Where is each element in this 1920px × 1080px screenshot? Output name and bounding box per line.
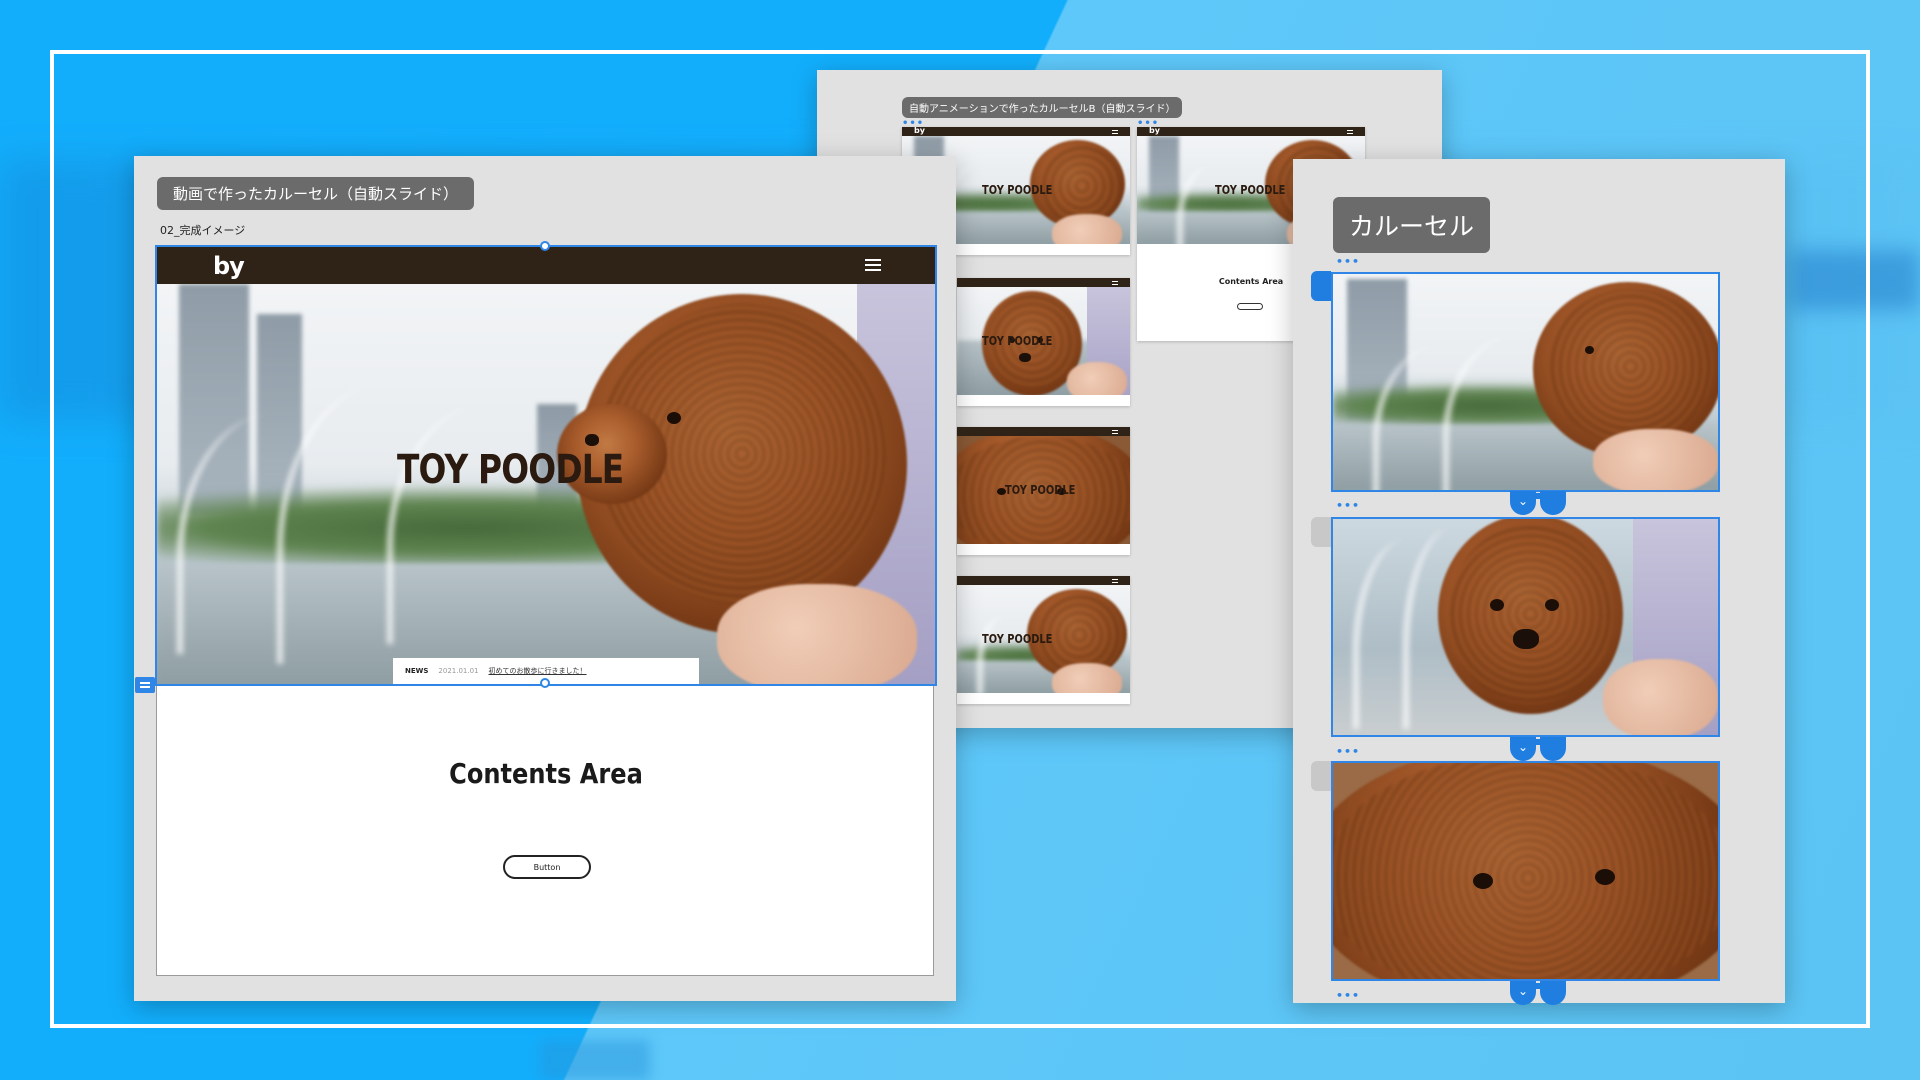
mini-logo: by <box>1149 127 1160 135</box>
background-blur-bottom <box>540 1040 650 1080</box>
mini-hero-title: TOY POODLE <box>982 632 1053 646</box>
slide-tab[interactable] <box>1540 737 1566 761</box>
resize-handle-top[interactable] <box>540 241 550 251</box>
mini-hero-title: TOY POODLE <box>982 183 1053 197</box>
slide-tab[interactable] <box>1540 491 1566 515</box>
slide-1-handle[interactable]: ⌄ <box>1510 491 1570 515</box>
resize-handle-bottom[interactable] <box>540 678 550 688</box>
hamburger-icon <box>1347 130 1353 134</box>
mini-header <box>957 576 1130 585</box>
hero-title: TOY POODLE <box>397 447 624 493</box>
site-logo[interactable]: by <box>213 252 245 280</box>
news-date: 2021.01.01 <box>438 667 479 675</box>
white-border-frame <box>50 50 1870 1028</box>
mini-hero-title: TOY POODLE <box>1005 483 1076 497</box>
site-header: by <box>157 247 935 284</box>
slide-3-handle[interactable]: ⌄ <box>1510 981 1570 1005</box>
news-label: NEWS <box>405 667 429 675</box>
layer-handle-icon[interactable] <box>135 677 155 693</box>
hamburger-icon <box>1112 281 1118 285</box>
hamburger-icon <box>1112 130 1118 134</box>
slide-tab[interactable] <box>1540 981 1566 1005</box>
mini-logo: by <box>914 127 925 135</box>
hamburger-icon <box>1112 579 1118 583</box>
slide-2-handle[interactable]: ⌄ <box>1510 737 1570 761</box>
mini-hero-title: TOY POODLE <box>982 334 1053 348</box>
hamburger-menu-icon[interactable] <box>865 259 881 271</box>
mini-hero-title: TOY POODLE <box>1215 183 1286 197</box>
mini-header <box>957 278 1130 287</box>
news-link[interactable]: 初めてのお散歩に行きました！ <box>489 666 587 676</box>
mini-header: by <box>1137 127 1365 136</box>
mini-header: by <box>902 127 1130 136</box>
mini-header <box>957 427 1130 436</box>
hamburger-icon <box>1112 430 1118 434</box>
